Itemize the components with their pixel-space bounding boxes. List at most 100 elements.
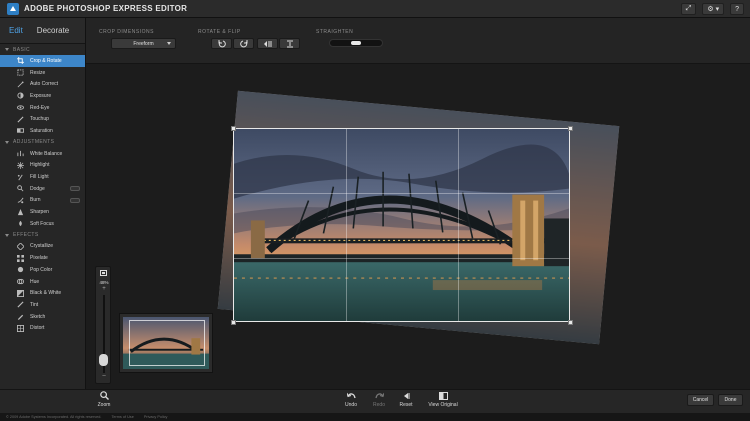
zoom-tool-button[interactable]: Zoom xyxy=(98,391,110,411)
sidebar-item-black-white[interactable]: Black & White xyxy=(0,287,85,299)
burn-toggle[interactable] xyxy=(70,197,80,203)
sidebar-item-crystallize[interactable]: Crystallize xyxy=(0,241,85,253)
crop-grid-line xyxy=(234,258,569,259)
dodge-icon xyxy=(17,185,24,192)
sidebar-item-exposure[interactable]: Exposure xyxy=(0,90,85,102)
crop-handle-top-right[interactable] xyxy=(568,126,573,131)
pixelate-icon xyxy=(17,254,24,262)
sidebar-item-sketch[interactable]: Sketch xyxy=(0,311,85,323)
photoshop-express-logo-icon xyxy=(7,2,19,15)
crop-grid-line xyxy=(234,193,569,194)
sidebar-item-red-eye[interactable]: Red-Eye xyxy=(0,102,85,114)
highlight-icon xyxy=(17,161,24,169)
eye-icon xyxy=(17,104,24,111)
footer: © 2009 Adobe Systems Incorporated. All r… xyxy=(0,413,750,421)
sidebar-item-touchup[interactable]: Touchup xyxy=(0,113,85,125)
zoom-percent: 48% xyxy=(99,280,109,285)
sidebar-item-dodge[interactable]: Dodge xyxy=(0,183,85,195)
sidebar-item-crop-rotate[interactable]: Crop & Rotate xyxy=(0,55,85,67)
crop-handle-top-left[interactable] xyxy=(231,126,236,131)
zoom-slider-panel: 48% + – xyxy=(95,266,111,384)
crop-grid-line xyxy=(458,129,459,321)
sidebar-item-auto-correct[interactable]: Auto Correct xyxy=(0,78,85,90)
feather-icon[interactable]: ⤢ xyxy=(680,3,697,15)
tab-decorate[interactable]: Decorate xyxy=(37,26,69,35)
straighten-slider-knob[interactable] xyxy=(351,41,361,45)
section-basic[interactable]: BASIC xyxy=(0,44,85,55)
privacy-link[interactable]: Privacy Policy xyxy=(144,415,168,419)
collapse-triangle-icon xyxy=(5,140,9,144)
flip-horizontal-icon xyxy=(263,40,271,47)
zoom-out-button[interactable]: – xyxy=(96,373,112,379)
sidebar-item-resize[interactable]: Resize xyxy=(0,67,85,79)
burn-icon xyxy=(17,197,24,204)
distort-icon xyxy=(17,324,24,332)
navigator-thumbnail[interactable] xyxy=(119,313,213,373)
tools-sidebar: Edit Decorate BASIC Crop & Rotate Resize… xyxy=(0,18,86,389)
terms-link[interactable]: Terms of Use xyxy=(111,415,133,419)
crop-dimensions-label: CROP DIMENSIONS xyxy=(99,29,154,35)
sidebar-item-saturation[interactable]: Saturation xyxy=(0,125,85,137)
sidebar-footer xyxy=(0,389,86,413)
flip-horizontal-button[interactable] xyxy=(257,38,278,49)
flip-vertical-button[interactable] xyxy=(279,38,300,49)
cancel-button[interactable]: Cancel xyxy=(687,394,714,406)
sidebar-item-burn[interactable]: Burn xyxy=(0,195,85,207)
sidebar-item-highlight[interactable]: Highlight xyxy=(0,160,85,172)
crop-dimensions-dropdown[interactable]: Freeform xyxy=(111,38,176,49)
navigator-viewport-frame[interactable] xyxy=(129,320,205,366)
gear-icon[interactable]: ⚙ ▾ xyxy=(702,3,725,15)
copyright-text: © 2009 Adobe Systems Incorporated. All r… xyxy=(6,415,102,419)
sketch-icon xyxy=(17,313,24,321)
fill-light-icon xyxy=(17,174,24,181)
rotate-right-button[interactable] xyxy=(233,38,254,49)
sidebar-item-soft-focus[interactable]: Soft Focus xyxy=(0,218,85,230)
zoom-in-button[interactable]: + xyxy=(96,286,112,292)
crop-icon xyxy=(17,57,24,65)
collapse-triangle-icon xyxy=(5,48,9,51)
reset-button[interactable]: Reset xyxy=(388,392,424,408)
flip-vertical-icon xyxy=(286,40,293,47)
brush-icon xyxy=(17,116,24,123)
magnifier-icon xyxy=(99,391,109,400)
app-title: ADOBE PHOTOSHOP EXPRESS EDITOR xyxy=(24,4,188,13)
undo-icon xyxy=(346,392,356,399)
sidebar-item-fill-light[interactable]: Fill Light xyxy=(0,171,85,183)
sidebar-item-white-balance[interactable]: White Balance xyxy=(0,148,85,160)
wand-icon xyxy=(17,81,24,88)
rotate-flip-label: ROTATE & FLIP xyxy=(198,29,241,35)
title-bar: ADOBE PHOTOSHOP EXPRESS EDITOR ⤢ ⚙ ▾ ? xyxy=(0,0,750,18)
section-adjustments[interactable]: ADJUSTMENTS xyxy=(0,137,85,148)
sidebar-item-pop-color[interactable]: Pop Color xyxy=(0,264,85,276)
harbour-bridge-photo xyxy=(234,129,569,321)
crop-handle-bottom-right[interactable] xyxy=(568,320,573,325)
sidebar-item-distort[interactable]: Distort xyxy=(0,322,85,334)
sidebar-item-sharpen[interactable]: Sharpen xyxy=(0,206,85,218)
help-icon[interactable]: ? xyxy=(730,3,744,15)
exposure-icon xyxy=(17,92,24,99)
redo-icon xyxy=(374,392,384,399)
tab-edit[interactable]: Edit xyxy=(9,26,23,35)
straighten-slider[interactable] xyxy=(329,39,383,47)
sidebar-item-pixelate[interactable]: Pixelate xyxy=(0,252,85,264)
black-white-icon xyxy=(17,289,24,297)
sidebar-item-tint[interactable]: Tint xyxy=(0,299,85,311)
zoom-fit-icon[interactable] xyxy=(100,270,107,276)
crystallize-icon xyxy=(17,242,24,250)
rotate-left-button[interactable] xyxy=(211,38,232,49)
crop-handle-bottom-left[interactable] xyxy=(231,320,236,325)
crop-options-toolbar: CROP DIMENSIONS Freeform ROTATE & FLIP S… xyxy=(86,18,750,64)
dodge-toggle[interactable] xyxy=(70,186,80,192)
crop-selection[interactable] xyxy=(233,128,570,322)
mode-tabs: Edit Decorate xyxy=(0,18,85,44)
done-button[interactable]: Done xyxy=(718,394,743,406)
zoom-slider-thumb[interactable] xyxy=(99,354,108,367)
sidebar-item-hue[interactable]: Hue xyxy=(0,276,85,288)
rotate-right-icon xyxy=(239,39,247,47)
view-original-button[interactable]: View Original xyxy=(425,392,461,408)
saturation-icon xyxy=(17,127,24,134)
crop-grid-line xyxy=(346,129,347,321)
compare-icon xyxy=(438,392,448,400)
white-balance-icon xyxy=(17,150,24,157)
section-effects[interactable]: EFFECTS xyxy=(0,230,85,241)
